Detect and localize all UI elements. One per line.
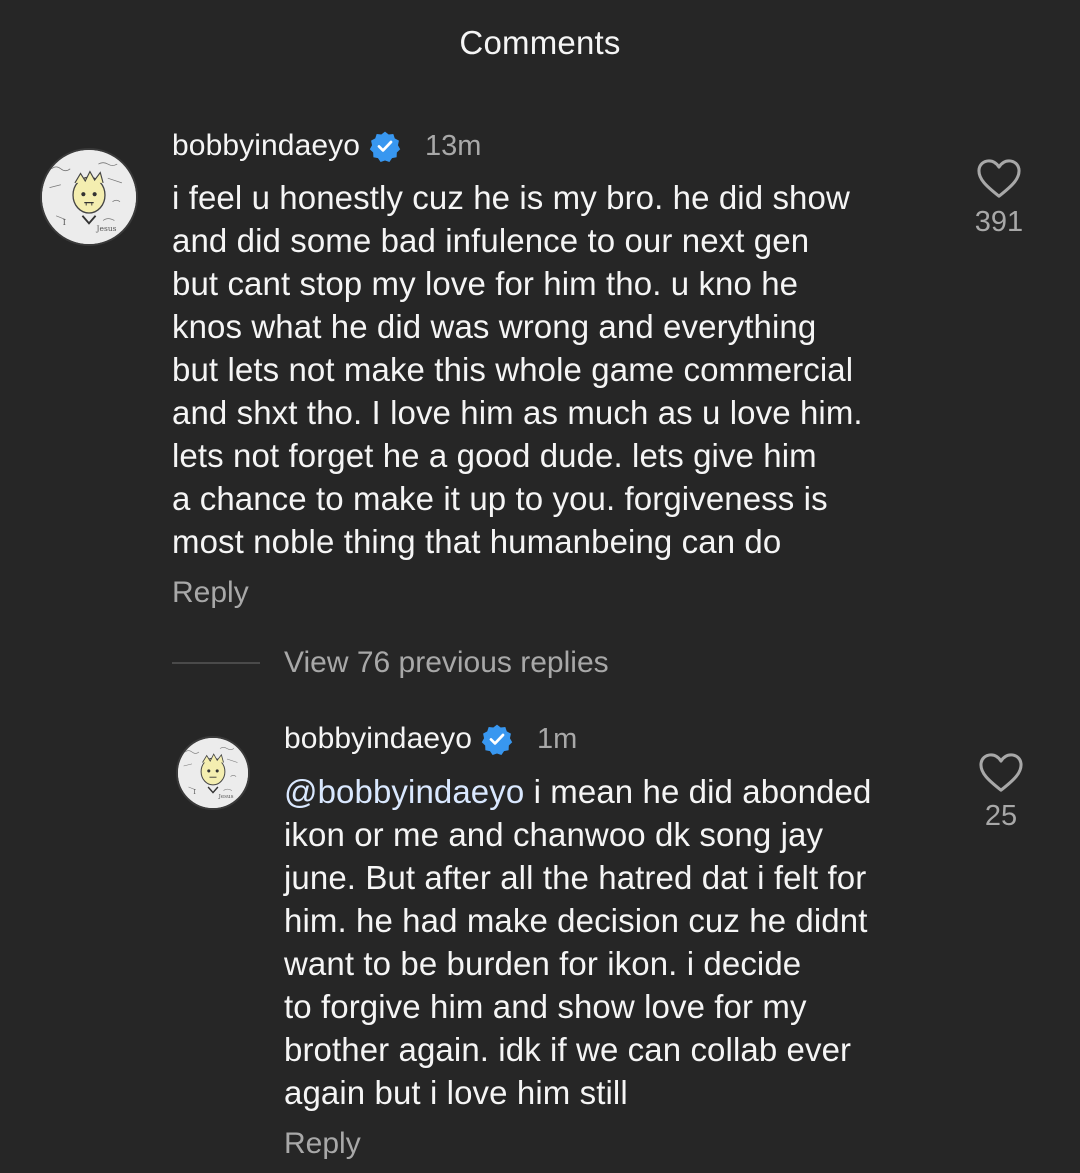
comment-text: i feel u honestly cuz he is my bro. he d…: [172, 179, 863, 560]
heart-outline-icon[interactable]: [976, 158, 1022, 200]
reply-body: i mean he did abonded ikon or me and cha…: [284, 773, 872, 1111]
view-replies-label: View 76 previous replies: [284, 646, 609, 679]
like-column: 391: [959, 158, 1039, 239]
verified-badge-icon: [481, 723, 513, 755]
username[interactable]: bobbyindaeyo: [172, 129, 360, 163]
page-title: Comments: [459, 24, 621, 61]
reply-button[interactable]: Reply: [284, 1127, 361, 1161]
like-count: 25: [984, 800, 1018, 832]
svg-text:Jesus: Jesus: [218, 794, 234, 800]
comment-meta: bobbyindaeyo 13m: [172, 126, 481, 166]
timestamp: 13m: [425, 129, 482, 162]
avatar[interactable]: I Jesus: [176, 736, 250, 810]
svg-text:I: I: [63, 217, 66, 227]
username[interactable]: bobbyindaeyo: [284, 722, 472, 756]
timestamp: 1m: [537, 722, 578, 755]
verified-badge-icon: [369, 130, 401, 162]
like-column: 25: [961, 752, 1041, 833]
reply-meta: bobbyindaeyo 1m: [284, 719, 577, 759]
view-previous-replies-button[interactable]: View 76 previous replies: [172, 646, 609, 680]
reply-text: @bobbyindaeyo i mean he did abonded ikon…: [284, 770, 964, 1114]
svg-text:Jesus: Jesus: [96, 224, 117, 233]
reply-button[interactable]: Reply: [172, 576, 249, 610]
mention-link[interactable]: @bobbyindaeyo: [284, 773, 524, 810]
avatar-image: I Jesus: [178, 738, 248, 808]
avatar-image: I Jesus: [42, 150, 136, 244]
like-count: 391: [974, 206, 1024, 238]
heart-outline-icon[interactable]: [978, 752, 1024, 794]
divider-line: [172, 662, 260, 664]
avatar[interactable]: I Jesus: [40, 148, 138, 246]
